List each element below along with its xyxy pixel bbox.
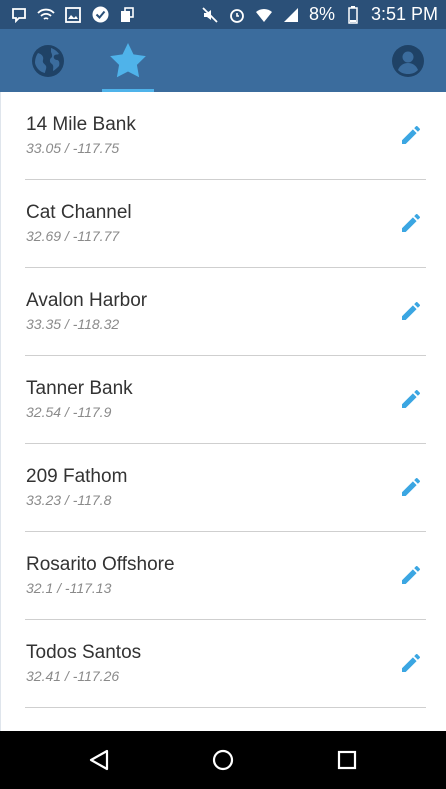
check-icon xyxy=(91,6,109,24)
tab-favorites[interactable] xyxy=(102,29,154,92)
app-icon xyxy=(118,6,136,24)
account-icon xyxy=(392,44,424,77)
list-item[interactable]: Tanner Bank 32.54 / -117.9 xyxy=(25,356,426,444)
signal-icon xyxy=(282,6,300,24)
tab-account[interactable] xyxy=(382,29,434,92)
home-button[interactable] xyxy=(208,745,238,775)
edit-button[interactable] xyxy=(400,388,422,410)
status-bar: 8% 3:51 PM xyxy=(0,0,446,29)
clock: 3:51 PM xyxy=(370,4,438,24)
edit-button[interactable] xyxy=(400,476,422,498)
location-coords: 33.35 / -118.32 xyxy=(26,316,120,332)
tab-explore[interactable] xyxy=(22,29,74,92)
edit-button[interactable] xyxy=(400,212,422,234)
location-name: Cat Channel xyxy=(26,202,132,223)
favorites-list: 14 Mile Bank 33.05 / -117.75 Cat Channel… xyxy=(0,92,446,731)
battery-icon xyxy=(344,5,362,24)
recents-icon xyxy=(337,750,357,770)
location-coords: 32.1 / -117.13 xyxy=(26,580,112,596)
back-button[interactable] xyxy=(84,745,114,775)
pencil-icon xyxy=(402,390,420,408)
globe-icon xyxy=(32,44,64,77)
location-coords: 32.69 / -117.77 xyxy=(26,228,120,244)
alarm-icon xyxy=(228,6,246,24)
edit-button[interactable] xyxy=(400,300,422,322)
edit-button[interactable] xyxy=(400,564,422,586)
list-item[interactable]: Rosarito Offshore 32.1 / -117.13 xyxy=(25,532,426,620)
edit-button[interactable] xyxy=(400,124,422,146)
location-name: Todos Santos xyxy=(26,642,142,663)
list-item[interactable]: 14 Mile Bank 33.05 / -117.75 xyxy=(25,92,426,180)
toolbar xyxy=(0,29,446,92)
image-icon xyxy=(64,6,82,24)
edit-button[interactable] xyxy=(400,652,422,674)
notification-icon xyxy=(10,6,28,24)
location-name: 14 Mile Bank xyxy=(26,114,136,135)
location-coords: 32.54 / -117.9 xyxy=(26,404,112,420)
location-name: Rosarito Offshore xyxy=(26,554,175,575)
list-item[interactable]: Avalon Harbor 33.35 / -118.32 xyxy=(25,268,426,356)
system-nav-bar xyxy=(0,731,446,789)
pencil-icon xyxy=(402,126,420,144)
pencil-icon xyxy=(402,654,420,672)
location-coords: 33.23 / -117.8 xyxy=(26,492,112,508)
pencil-icon xyxy=(402,214,420,232)
battery-percent: 8% xyxy=(308,4,335,24)
list-item[interactable]: Todos Santos 32.41 / -117.26 xyxy=(25,620,426,708)
star-icon xyxy=(110,42,146,77)
pencil-icon xyxy=(402,302,420,320)
location-name: Avalon Harbor xyxy=(26,290,148,311)
location-name: Tanner Bank xyxy=(26,378,133,399)
status-left-icons xyxy=(10,6,136,24)
pencil-icon xyxy=(402,566,420,584)
mute-icon xyxy=(201,6,219,24)
location-name: 209 Fathom xyxy=(26,466,128,487)
home-icon xyxy=(212,749,234,771)
list-item[interactable]: 209 Fathom 33.23 / -117.8 xyxy=(25,444,426,532)
back-icon xyxy=(89,749,109,771)
pencil-icon xyxy=(402,478,420,496)
list-item[interactable]: Cat Channel 32.69 / -117.77 xyxy=(25,180,426,268)
wifi-call-icon xyxy=(37,6,55,24)
wifi-icon xyxy=(255,6,273,24)
recents-button[interactable] xyxy=(332,745,362,775)
status-right-icons: 8% 3:51 PM xyxy=(201,4,438,25)
location-coords: 33.05 / -117.75 xyxy=(26,140,120,156)
location-coords: 32.41 / -117.26 xyxy=(26,668,120,684)
